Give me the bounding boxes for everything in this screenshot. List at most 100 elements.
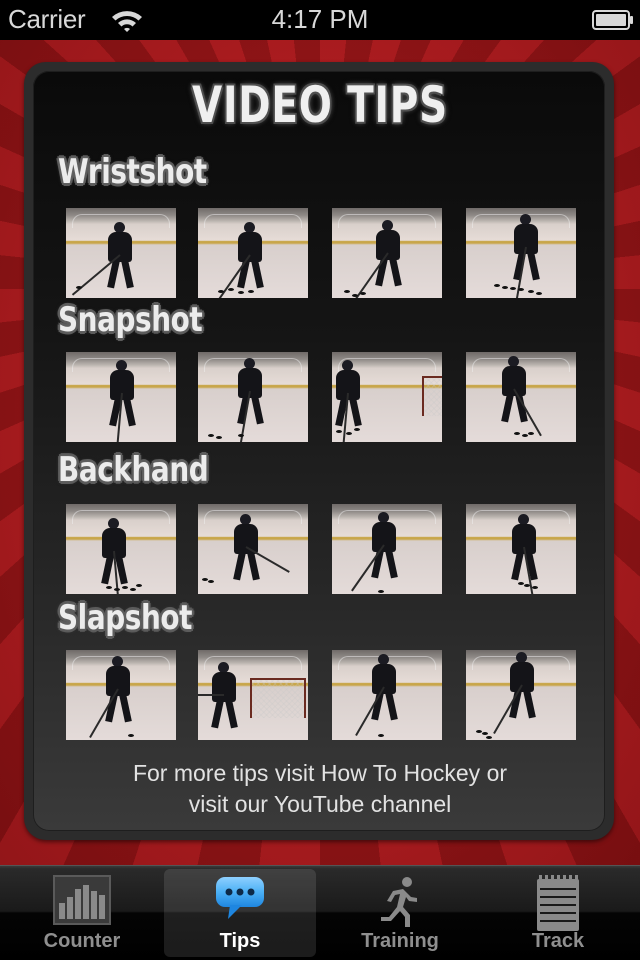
notepad-icon [537, 875, 579, 931]
speech-bubble-icon [216, 877, 264, 919]
player-body [212, 672, 236, 702]
player-body [376, 230, 400, 260]
player-body [372, 522, 396, 552]
puck [136, 584, 142, 587]
puck [248, 290, 254, 293]
section-label-slapshot: Slapshot [58, 598, 193, 638]
video-thumbnail[interactable] [198, 208, 308, 298]
player-leg [123, 397, 136, 427]
video-thumbnail[interactable] [332, 650, 442, 740]
puck [346, 432, 352, 435]
puck [528, 290, 534, 293]
puck [532, 586, 538, 589]
footer-line-how-to-hockey[interactable]: For more tips visit How To Hockey or [0, 758, 640, 789]
puck [216, 436, 222, 439]
puck [518, 288, 524, 291]
tab-counter[interactable]: Counter [6, 869, 158, 957]
puck [344, 290, 350, 293]
puck [228, 288, 234, 291]
video-thumbnail[interactable] [466, 504, 576, 594]
puck [494, 284, 500, 287]
tab-counter-label: Counter [43, 930, 121, 952]
status-bar: Carrier 4:17 PM [0, 0, 640, 40]
puck [482, 732, 488, 735]
video-thumbnail[interactable] [332, 208, 442, 298]
video-thumbnail[interactable] [332, 504, 442, 594]
tab-track[interactable]: Track [482, 869, 634, 957]
video-thumbnail[interactable] [66, 208, 176, 298]
puck [378, 734, 384, 737]
puck [522, 434, 528, 437]
page-title-text: Video Tips [191, 76, 449, 134]
player-leg [225, 699, 238, 729]
page-title: Video Tips [70, 76, 569, 134]
player-leg [247, 551, 260, 581]
video-thumbnail[interactable] [466, 650, 576, 740]
running-man-icon [381, 877, 417, 927]
tab-tips-label: Tips [219, 930, 261, 952]
puck [106, 586, 112, 589]
puck [238, 434, 244, 437]
tab-bar: Counter Tips Training Track [0, 865, 640, 960]
player-leg [251, 259, 264, 289]
footer-text: For more tips visit How To Hockey or vis… [0, 758, 640, 820]
section-label-snapshot: Snapshot [58, 300, 203, 340]
status-time: 4:17 PM [271, 4, 369, 34]
puck [352, 294, 358, 297]
tab-training-label: Training [361, 930, 439, 952]
video-thumbnail[interactable] [466, 352, 576, 442]
rink-boards [204, 510, 302, 524]
hockey-stick [198, 694, 224, 696]
video-thumbnail[interactable] [198, 352, 308, 442]
video-thumbnail[interactable] [66, 650, 176, 740]
puck [122, 586, 128, 589]
player-leg [101, 555, 114, 585]
player-body [372, 664, 396, 694]
player-body [234, 524, 258, 554]
puck [114, 588, 120, 591]
puck [208, 434, 214, 437]
puck [336, 430, 342, 433]
puck [218, 290, 224, 293]
bar-chart-icon [53, 875, 111, 925]
puck [130, 588, 136, 591]
tab-tips[interactable]: Tips [164, 869, 316, 957]
puck [360, 292, 366, 295]
puck [208, 580, 214, 583]
video-thumbnail[interactable] [198, 650, 308, 740]
tab-training[interactable]: Training [324, 869, 476, 957]
battery-icon [592, 10, 633, 30]
player-body [106, 666, 130, 696]
puck [238, 291, 244, 294]
section-label-backhand: Backhand [58, 450, 209, 490]
puck [502, 286, 508, 289]
puck [378, 590, 384, 593]
player-leg [527, 251, 540, 281]
player-leg [119, 693, 132, 723]
tab-track-label: Track [531, 930, 585, 952]
puck [354, 428, 360, 431]
video-thumbnail[interactable] [332, 352, 442, 442]
puck [528, 432, 534, 435]
player-leg [501, 393, 514, 423]
hockey-stick [493, 684, 523, 734]
video-thumbnail[interactable] [66, 504, 176, 594]
video-thumbnail[interactable] [198, 504, 308, 594]
player-body [108, 232, 132, 262]
player-leg [523, 689, 536, 719]
puck [536, 292, 542, 295]
video-thumbnail[interactable] [66, 352, 176, 442]
footer-line-youtube[interactable]: visit our YouTube channel [0, 789, 640, 820]
player-leg [349, 397, 362, 427]
hockey-stick [89, 688, 119, 738]
player-leg [211, 699, 224, 729]
puck [128, 734, 134, 737]
puck [514, 432, 520, 435]
video-thumbnail[interactable] [466, 208, 576, 298]
player-leg [385, 691, 398, 721]
player-leg [251, 395, 264, 425]
player-leg [385, 549, 398, 579]
hockey-stick [355, 686, 385, 736]
player-leg [511, 551, 524, 581]
player-leg [233, 551, 246, 581]
